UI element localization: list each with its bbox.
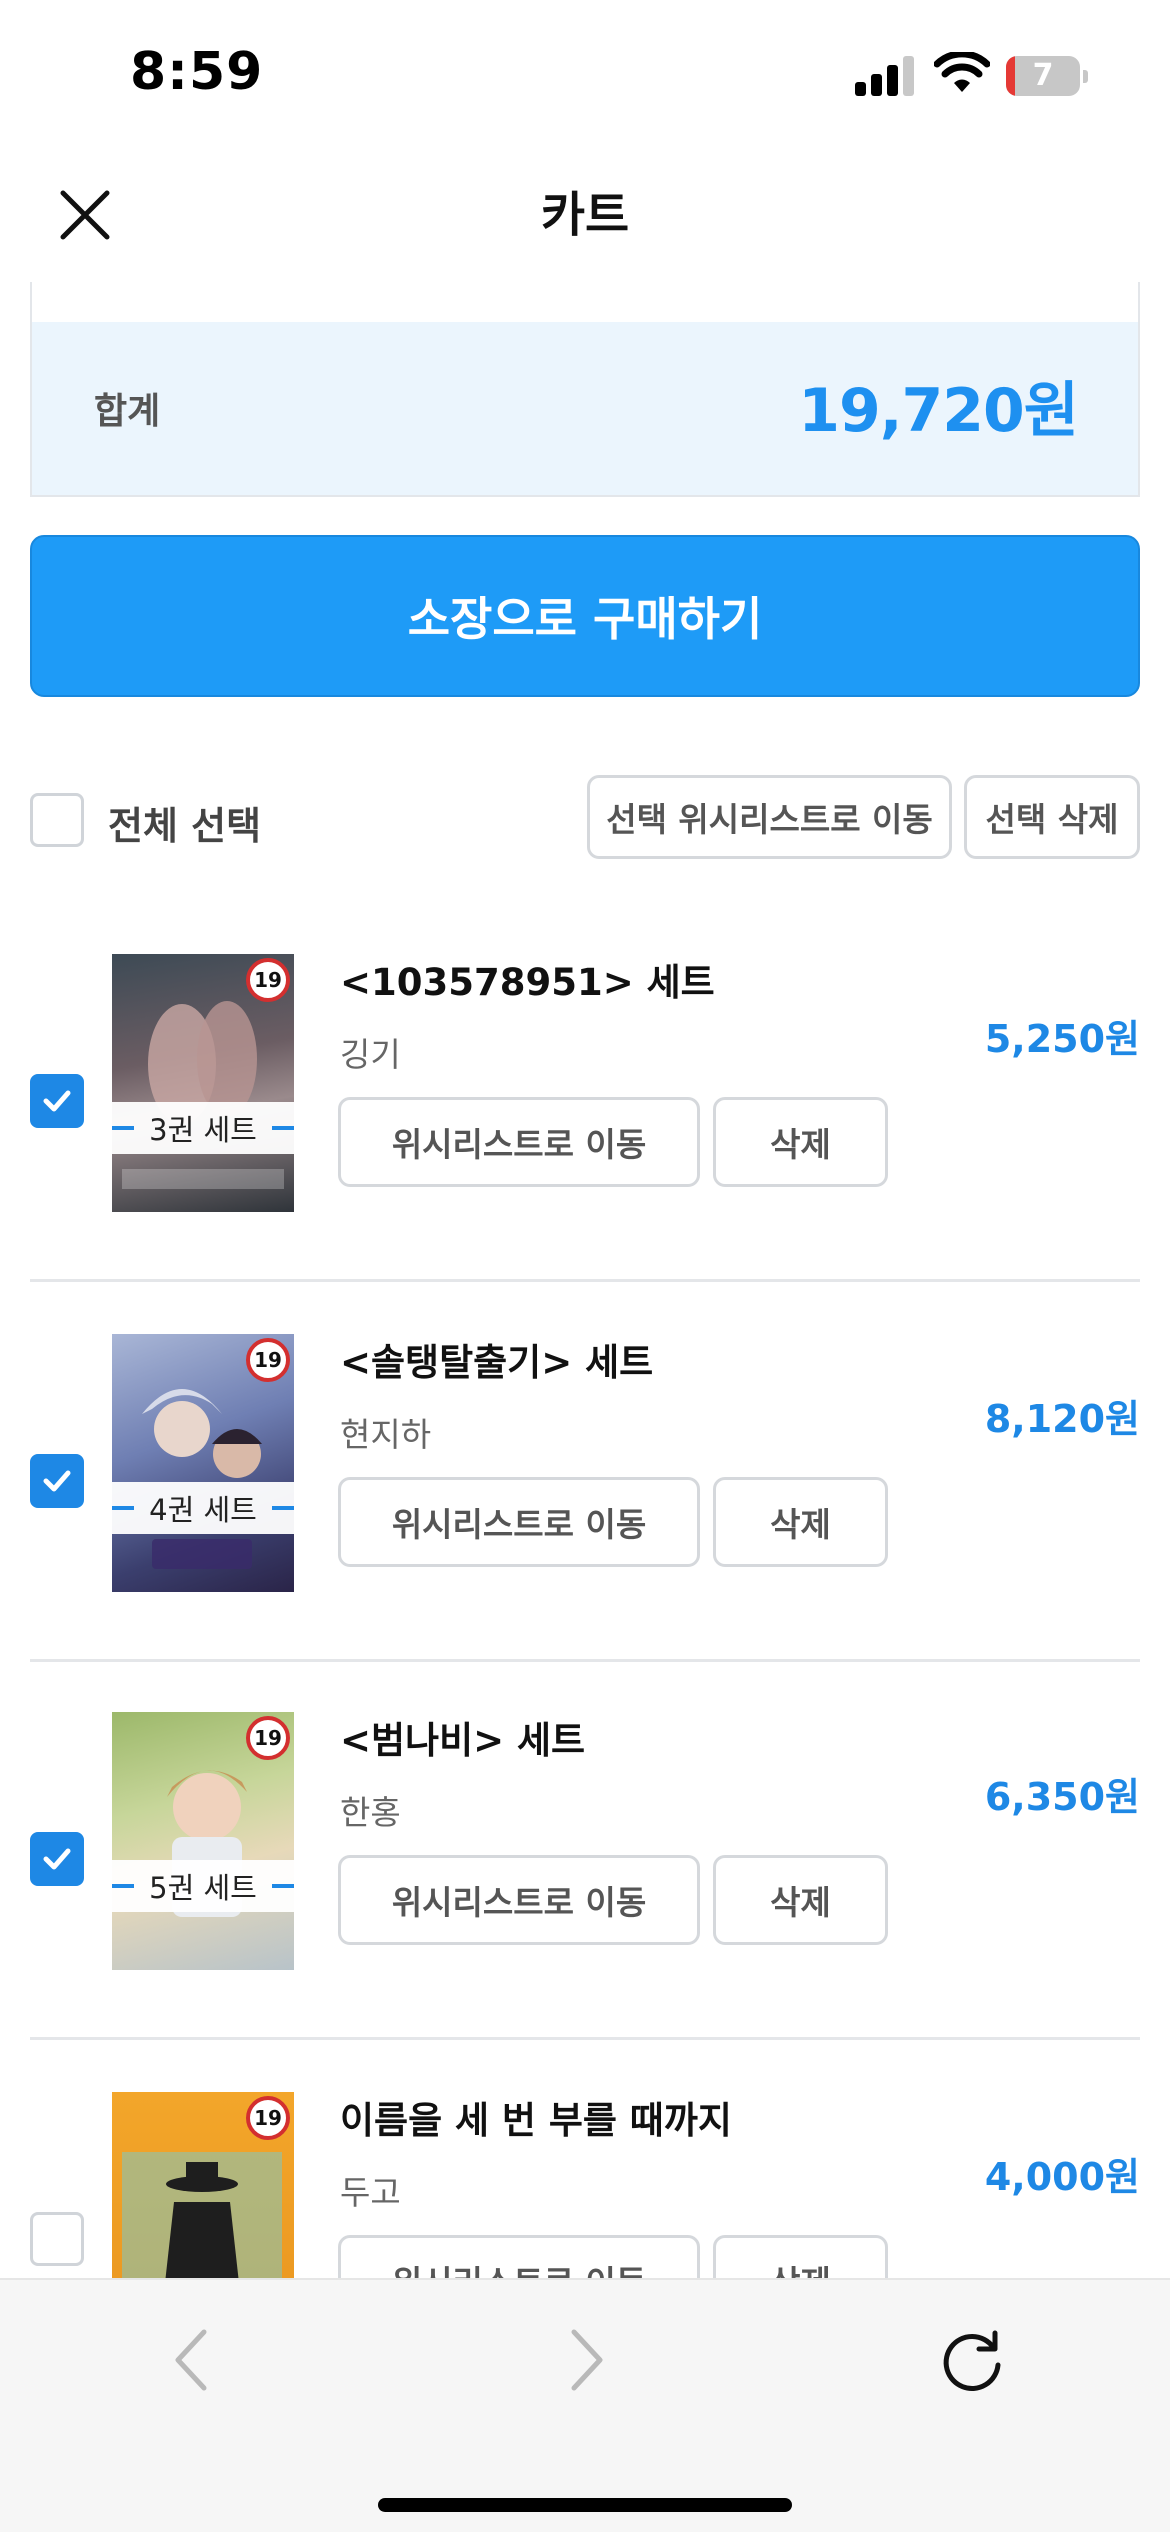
browser-toolbar xyxy=(0,2278,1170,2532)
item-price: 8,120원 xyxy=(984,1397,1140,1441)
age-rating-badge: 19 xyxy=(246,2096,290,2140)
item-price: 6,350원 xyxy=(984,1775,1140,1819)
delete-button[interactable]: 삭제 xyxy=(713,1097,888,1187)
move-to-wishlist-button[interactable]: 위시리스트로 이동 xyxy=(338,1477,700,1567)
item-checkbox[interactable] xyxy=(30,1074,84,1128)
delete-button[interactable]: 삭제 xyxy=(713,1855,888,1945)
item-price: 4,000원 xyxy=(984,2155,1140,2199)
book-cover[interactable]: 19 3권 세트 xyxy=(112,954,294,1212)
item-checkbox[interactable] xyxy=(30,1454,84,1508)
total-value: 19,720원 xyxy=(798,376,1079,446)
age-rating-badge: 19 xyxy=(246,958,290,1002)
move-to-wishlist-button[interactable]: 위시리스트로 이동 xyxy=(338,1855,700,1945)
item-author: 깅기 xyxy=(340,1035,401,1074)
item-price: 5,250원 xyxy=(984,1017,1140,1061)
cart-item: 19 4권 세트 <솔탱탈출기> 세트 현지하 8,120원 위시리스트로 이동… xyxy=(0,1282,1170,1662)
item-author: 두고 xyxy=(340,2173,401,2212)
set-count-label: 4권 세트 xyxy=(112,1482,294,1534)
close-button[interactable] xyxy=(50,180,120,250)
book-cover[interactable]: 19 5권 세트 xyxy=(112,1712,294,1970)
cart-item: 19 3권 세트 <103578951> 세트 깅기 5,250원 위시리스트로… xyxy=(0,902,1170,1282)
select-all-label: 전체 선택 xyxy=(108,804,262,848)
item-author: 한홍 xyxy=(340,1793,401,1832)
item-author: 현지하 xyxy=(340,1415,432,1454)
back-button[interactable] xyxy=(152,2320,232,2400)
select-all-row: 전체 선택 선택 위시리스트로 이동 선택 삭제 xyxy=(0,775,1170,861)
age-rating-badge: 19 xyxy=(246,1338,290,1382)
item-title[interactable]: 이름을 세 번 부를 때까지 xyxy=(340,2090,732,2144)
close-icon xyxy=(60,190,110,240)
status-bar: 8:59 7 xyxy=(0,0,1170,150)
battery-level: 7 xyxy=(1032,58,1054,93)
move-selected-to-wishlist-button[interactable]: 선택 위시리스트로 이동 xyxy=(587,775,952,859)
reload-button[interactable] xyxy=(932,2320,1012,2400)
cellular-signal-icon xyxy=(855,56,915,96)
purchase-button[interactable]: 소장으로 구매하기 xyxy=(30,535,1140,697)
wifi-icon xyxy=(934,52,990,92)
item-checkbox[interactable] xyxy=(30,2212,84,2266)
chevron-left-icon xyxy=(175,2329,207,2391)
battery-icon: 7 xyxy=(1006,56,1088,96)
item-title[interactable]: <103578951> 세트 xyxy=(340,952,715,1006)
item-checkbox[interactable] xyxy=(30,1832,84,1886)
checkmark-icon xyxy=(43,1848,71,1870)
page-title: 카트 xyxy=(540,187,630,243)
item-title[interactable]: <범나비> 세트 xyxy=(340,1710,585,1764)
age-rating-badge: 19 xyxy=(246,1716,290,1760)
total-label: 합계 xyxy=(94,391,161,432)
item-title[interactable]: <솔탱탈출기> 세트 xyxy=(340,1332,653,1386)
set-count-label: 3권 세트 xyxy=(112,1102,294,1154)
status-time: 8:59 xyxy=(130,42,264,102)
checkmark-icon xyxy=(43,1090,71,1112)
forward-button[interactable] xyxy=(546,2320,626,2400)
nav-header: 카트 xyxy=(0,160,1170,270)
book-cover[interactable]: 19 4권 세트 xyxy=(112,1334,294,1592)
reload-icon xyxy=(943,2330,1001,2391)
move-to-wishlist-button[interactable]: 위시리스트로 이동 xyxy=(338,1097,700,1187)
set-count-label: 5권 세트 xyxy=(112,1860,294,1912)
home-indicator xyxy=(378,2498,792,2512)
delete-selected-button[interactable]: 선택 삭제 xyxy=(964,775,1140,859)
order-summary: 합계 19,720원 xyxy=(30,282,1140,497)
cart-item: 19 5권 세트 <범나비> 세트 한홍 6,350원 위시리스트로 이동 삭제 xyxy=(0,1660,1170,2040)
checkmark-icon xyxy=(43,1470,71,1492)
chevron-right-icon xyxy=(571,2329,603,2391)
select-all-checkbox[interactable] xyxy=(30,793,84,847)
delete-button[interactable]: 삭제 xyxy=(713,1477,888,1567)
